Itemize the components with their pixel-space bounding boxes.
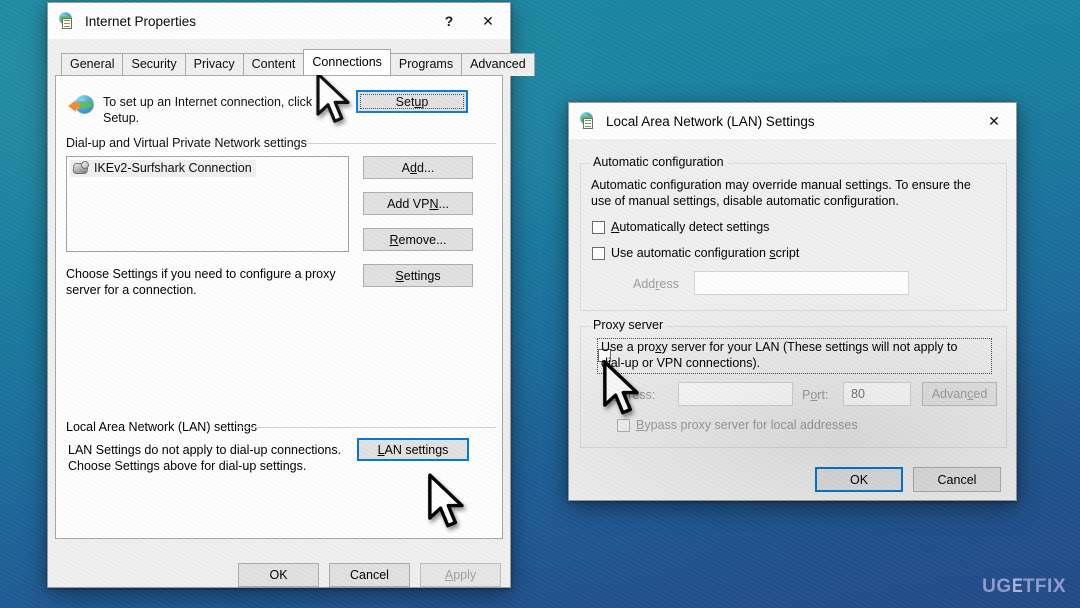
internet-connection-icon xyxy=(68,95,94,119)
connections-listbox[interactable]: IKEv2-Surfshark Connection xyxy=(66,156,349,252)
lan-cancel-button-label: Cancel xyxy=(937,472,977,487)
network-connection-icon xyxy=(72,161,89,175)
advanced-button-label: Advanced xyxy=(931,387,988,401)
lan-ok-button[interactable]: OK xyxy=(815,467,903,492)
lan-group-label: Local Area Network (LAN) settings xyxy=(66,420,264,434)
tab-privacy[interactable]: Privacy xyxy=(184,53,244,76)
use-proxy-server-label-line1: Use a proxy server for your LAN (These s… xyxy=(601,340,958,354)
tab-advanced[interactable]: Advanced xyxy=(461,53,535,76)
proxy-hint-line1: Choose Settings if you need to configure… xyxy=(66,267,336,281)
use-automatic-configuration-script-checkbox[interactable] xyxy=(592,247,605,260)
cancel-button-label: Cancel xyxy=(350,568,389,582)
auto-config-description-line1: Automatic configuration may override man… xyxy=(591,178,971,192)
settings-button[interactable]: Settings xyxy=(363,264,473,287)
settings-button-label: Settings xyxy=(395,268,441,283)
lan-settings-button-label: LAN settings xyxy=(377,442,449,457)
proxy-address-input[interactable] xyxy=(678,382,793,406)
cancel-button[interactable]: Cancel xyxy=(329,563,410,587)
apply-button-label: Apply xyxy=(444,568,477,582)
automatic-configuration-group-label: Automatic configuration xyxy=(589,155,728,169)
close-icon[interactable]: ✕ xyxy=(466,3,510,39)
dialup-group-label: Dial-up and Virtual Private Network sett… xyxy=(66,136,313,150)
proxy-address-label: Address: xyxy=(606,388,656,402)
tab-bar: General Security Privacy Content Connect… xyxy=(55,49,535,76)
setup-button[interactable]: Setup xyxy=(356,90,468,113)
internet-properties-titlebar: Internet Properties ? ✕ xyxy=(48,3,510,39)
lan-hint-line1: LAN Settings do not apply to dial-up con… xyxy=(68,443,342,457)
auto-config-description-line2: use of manual settings, disable automati… xyxy=(591,194,899,208)
add-vpn-button-label: Add VPN... xyxy=(387,196,449,211)
dialup-group-rule xyxy=(306,143,496,144)
help-button[interactable]: ? xyxy=(432,3,466,39)
add-button[interactable]: Add... xyxy=(363,156,473,179)
ugetfix-watermark: UG E TFIX xyxy=(982,576,1066,598)
bypass-proxy-checkbox[interactable] xyxy=(617,419,630,432)
setup-button-label: Setup xyxy=(395,94,429,109)
lan-settings-button[interactable]: LAN settings xyxy=(357,438,469,461)
proxy-port-input[interactable]: 80 xyxy=(843,382,911,406)
remove-button[interactable]: Remove... xyxy=(363,228,473,251)
internet-options-icon xyxy=(579,112,597,130)
auto-config-address-input[interactable] xyxy=(694,271,909,295)
apply-button: Apply xyxy=(420,563,501,587)
bypass-proxy-label: Bypass proxy server for local addresses xyxy=(636,418,858,432)
watermark-part2: E xyxy=(1011,576,1023,597)
use-proxy-server-label-line2: dial-up or VPN connections). xyxy=(601,356,761,370)
lan-group-rule xyxy=(236,427,496,428)
lan-settings-titlebar: Local Area Network (LAN) Settings ✕ xyxy=(569,103,1016,139)
lan-hint-line2: Choose Settings above for dial-up settin… xyxy=(68,459,307,473)
proxy-server-group-label: Proxy server xyxy=(589,318,668,332)
tab-programs[interactable]: Programs xyxy=(389,53,463,76)
setup-description-line1: To set up an Internet connection, click xyxy=(103,95,313,109)
lan-ok-button-label: OK xyxy=(849,472,869,487)
use-automatic-configuration-script-label: Use automatic configuration script xyxy=(611,246,800,260)
window-title: Local Area Network (LAN) Settings xyxy=(606,113,815,129)
lan-cancel-button[interactable]: Cancel xyxy=(913,467,1001,492)
add-vpn-button[interactable]: Add VPN... xyxy=(363,192,473,215)
close-icon[interactable]: ✕ xyxy=(972,103,1016,139)
proxy-port-label: Port: xyxy=(802,388,829,402)
automatically-detect-settings-label: Automatically detect settings xyxy=(611,220,770,234)
lan-settings-window: Local Area Network (LAN) Settings ✕ Auto… xyxy=(568,102,1017,501)
setup-description-line2: Setup. xyxy=(103,111,140,125)
remove-button-label: Remove... xyxy=(389,232,447,247)
connections-tab-page: To set up an Internet connection, click … xyxy=(55,75,503,539)
proxy-server-group: Proxy server Use a proxy server for your… xyxy=(580,318,1007,448)
auto-config-address-label: Address xyxy=(633,277,679,291)
automatic-configuration-group: Automatic configuration Automatic config… xyxy=(580,155,1007,311)
list-item-label: IKEv2-Surfshark Connection xyxy=(94,161,252,175)
desktop-background: Internet Properties ? ✕ General Security… xyxy=(0,0,1080,608)
ok-button[interactable]: OK xyxy=(238,563,319,587)
proxy-hint-line2: server for a connection. xyxy=(66,283,197,297)
tab-general[interactable]: General xyxy=(61,53,124,76)
tab-security[interactable]: Security xyxy=(122,53,186,76)
ok-button-label: OK xyxy=(269,568,288,582)
window-title: Internet Properties xyxy=(85,13,197,29)
tab-content[interactable]: Content xyxy=(242,53,305,76)
add-button-label: Add... xyxy=(401,160,435,175)
automatically-detect-settings-checkbox[interactable] xyxy=(592,221,605,234)
watermark-part1: UG xyxy=(982,576,1012,597)
advanced-button: Advanced xyxy=(922,382,997,406)
watermark-part3: TFIX xyxy=(1022,576,1066,597)
list-item[interactable]: IKEv2-Surfshark Connection xyxy=(70,160,256,177)
internet-properties-window: Internet Properties ? ✕ General Security… xyxy=(47,2,535,588)
internet-options-icon xyxy=(58,12,76,30)
tab-connections[interactable]: Connections xyxy=(303,49,391,75)
